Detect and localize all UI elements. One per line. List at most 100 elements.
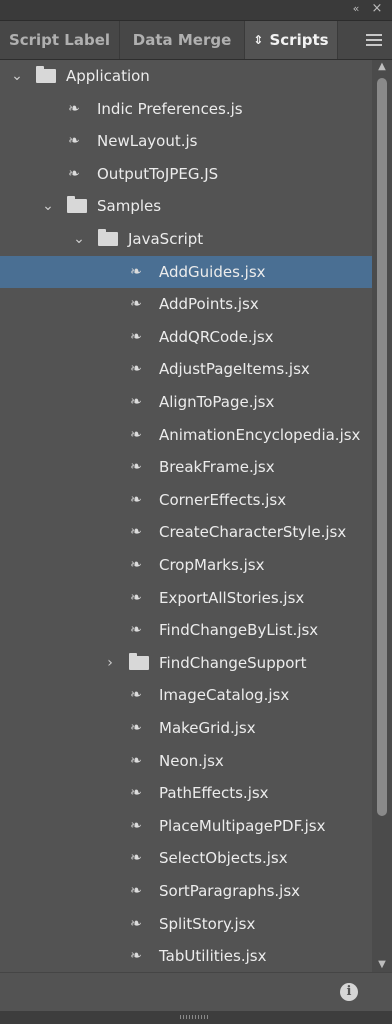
- tree-item-label: SortParagraphs.jsx: [159, 882, 301, 900]
- script-file-icon: ❧: [68, 133, 80, 149]
- sort-arrows-icon: ⇕: [253, 33, 264, 47]
- script-file-icon: ❧: [130, 361, 142, 377]
- tree-script-row[interactable]: ❧ Neon.jsx: [0, 745, 372, 777]
- chevron-down-icon[interactable]: ⌄: [40, 190, 56, 222]
- scrollbar-thumb[interactable]: [377, 78, 387, 816]
- script-file-icon: ❧: [130, 687, 142, 703]
- tree-item-label: AlignToPage.jsx: [159, 393, 275, 411]
- panel-title-bar: « ×: [0, 0, 392, 21]
- tab-script-label[interactable]: Script Label: [0, 21, 120, 59]
- tree-item-label: FindChangeSupport: [159, 654, 307, 672]
- folder-icon: [36, 66, 56, 83]
- chevron-down-icon[interactable]: ⌄: [71, 223, 87, 255]
- tree-script-row[interactable]: ❧ ImageCatalog.jsx: [0, 679, 372, 711]
- tab-scripts-label: Scripts: [269, 31, 329, 49]
- tree-item-label: FindChangeByList.jsx: [159, 621, 319, 639]
- tree-script-row[interactable]: ❧ CropMarks.jsx: [0, 549, 372, 581]
- tree-script-row[interactable]: ❧ AnimationEncyclopedia.jsx: [0, 419, 372, 451]
- tree-item-label: Application: [66, 67, 150, 85]
- tree-script-row[interactable]: ❧ BreakFrame.jsx: [0, 451, 372, 483]
- tree-script-row[interactable]: ❧ AdjustPageItems.jsx: [0, 353, 372, 385]
- tree-script-row[interactable]: ❧ TabUtilities.jsx: [0, 940, 372, 972]
- menu-line-icon: [366, 39, 382, 41]
- script-file-icon: ❧: [130, 622, 142, 638]
- tree-item-label: AddQRCode.jsx: [159, 328, 274, 346]
- tree-item-label: JavaScript: [128, 230, 204, 248]
- script-file-icon: ❧: [130, 296, 142, 312]
- tree-script-row[interactable]: ❧ AddPoints.jsx: [0, 288, 372, 320]
- chevron-down-icon[interactable]: ⌄: [9, 60, 25, 92]
- tree-item-label: Samples: [97, 197, 162, 215]
- panel-resize-grip[interactable]: [0, 1011, 392, 1024]
- info-icon[interactable]: i: [340, 983, 358, 1001]
- tree-folder-row[interactable]: ⌄ JavaScript: [0, 223, 372, 255]
- tree-script-row[interactable]: ❧ SelectObjects.jsx: [0, 842, 372, 874]
- script-file-icon: ❧: [130, 590, 142, 606]
- script-file-icon: ❧: [130, 394, 142, 410]
- tree-script-row[interactable]: ❧ OutputToJPEG.JS: [0, 158, 372, 190]
- script-file-icon: ❧: [68, 101, 80, 117]
- tree-script-row[interactable]: ❧ MakeGrid.jsx: [0, 712, 372, 744]
- panel-tab-bar: Script Label Data Merge ⇕ Scripts: [0, 21, 392, 60]
- menu-line-icon: [366, 44, 382, 46]
- tree-script-row[interactable]: ❧ AddQRCode.jsx: [0, 321, 372, 353]
- tree-item-label: SplitStory.jsx: [159, 915, 256, 933]
- scroll-down-icon[interactable]: ▼: [372, 958, 392, 972]
- tree-item-label: NewLayout.js: [97, 132, 198, 150]
- script-file-icon: ❧: [130, 427, 142, 443]
- menu-line-icon: [366, 34, 382, 36]
- tree-item-label: MakeGrid.jsx: [159, 719, 256, 737]
- folder-icon: [67, 196, 87, 213]
- script-file-icon: ❧: [130, 785, 142, 801]
- tab-scripts[interactable]: ⇕ Scripts: [245, 21, 338, 59]
- tree-item-label: PathEffects.jsx: [159, 784, 269, 802]
- vertical-scrollbar[interactable]: ▲ ▼: [372, 60, 392, 972]
- tree-script-row[interactable]: ❧ CreateCharacterStyle.jsx: [0, 516, 372, 548]
- tree-script-row[interactable]: ❧ SortParagraphs.jsx: [0, 875, 372, 907]
- folder-icon: [98, 229, 118, 246]
- tree-item-label: Indic Preferences.js: [97, 100, 243, 118]
- tree-script-row[interactable]: ❧ FindChangeByList.jsx: [0, 614, 372, 646]
- tree-script-row[interactable]: ❧ CornerEffects.jsx: [0, 484, 372, 516]
- tree-script-row[interactable]: ❧ ExportAllStories.jsx: [0, 582, 372, 614]
- tree-item-label: ImageCatalog.jsx: [159, 686, 290, 704]
- tree-script-row[interactable]: ❧ PlaceMultipagePDF.jsx: [0, 810, 372, 842]
- tree-item-label: AdjustPageItems.jsx: [159, 360, 310, 378]
- chevron-right-icon[interactable]: ›: [102, 647, 118, 679]
- script-file-icon: ❧: [130, 329, 142, 345]
- script-file-icon: ❧: [130, 492, 142, 508]
- tree-item-label: AddPoints.jsx: [159, 295, 259, 313]
- tree-item-label: AnimationEncyclopedia.jsx: [159, 426, 361, 444]
- tree-item-label: CornerEffects.jsx: [159, 491, 287, 509]
- script-file-icon: ❧: [130, 459, 142, 475]
- tree-item-label: PlaceMultipagePDF.jsx: [159, 817, 326, 835]
- scroll-up-icon[interactable]: ▲: [372, 60, 392, 74]
- script-file-icon: ❧: [130, 916, 142, 932]
- script-file-icon: ❧: [130, 948, 142, 964]
- tree-folder-row[interactable]: ⌄ Application: [0, 60, 372, 92]
- collapse-panel-icon[interactable]: «: [348, 2, 364, 16]
- tab-data-merge[interactable]: Data Merge: [120, 21, 245, 59]
- panel-menu-button[interactable]: [356, 21, 392, 59]
- tree-item-label: Neon.jsx: [159, 752, 224, 770]
- script-file-icon: ❧: [130, 557, 142, 573]
- script-file-icon: ❧: [130, 818, 142, 834]
- tree-script-row[interactable]: ❧ AlignToPage.jsx: [0, 386, 372, 418]
- tree-item-label: CreateCharacterStyle.jsx: [159, 523, 347, 541]
- script-file-icon: ❧: [130, 850, 142, 866]
- tree-script-row[interactable]: ❧ SplitStory.jsx: [0, 908, 372, 940]
- tree-script-row[interactable]: ❧ NewLayout.js: [0, 125, 372, 157]
- script-file-icon: ❧: [130, 883, 142, 899]
- tree-script-row[interactable]: ❧ Indic Preferences.js: [0, 93, 372, 125]
- folder-icon: [129, 653, 149, 670]
- grip-dots-icon: [180, 1015, 210, 1019]
- tree-folder-row[interactable]: ⌄ Samples: [0, 190, 372, 222]
- close-panel-icon[interactable]: ×: [370, 2, 384, 16]
- tree-item-label: TabUtilities.jsx: [159, 947, 267, 965]
- tree-script-row[interactable]: ❧ AddGuides.jsx: [0, 256, 372, 288]
- tree-item-label: BreakFrame.jsx: [159, 458, 275, 476]
- script-file-icon: ❧: [130, 753, 142, 769]
- tree-folder-row[interactable]: › FindChangeSupport: [0, 647, 372, 679]
- tree-script-row[interactable]: ❧ PathEffects.jsx: [0, 777, 372, 809]
- tree-item-label: CropMarks.jsx: [159, 556, 265, 574]
